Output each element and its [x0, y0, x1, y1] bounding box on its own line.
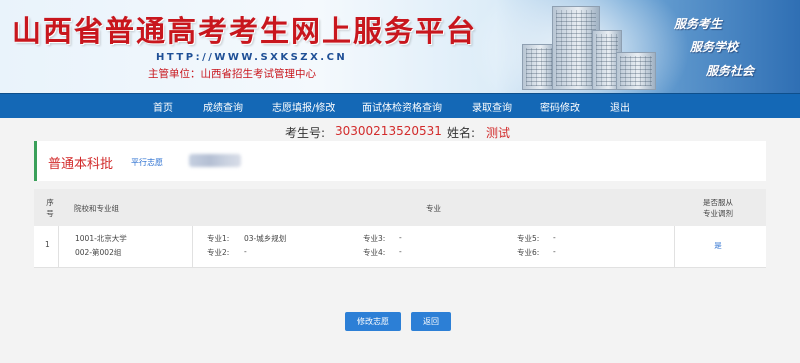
student-info: 考生号: 30300213520531 姓名: 测试 — [0, 124, 800, 140]
application-table: 序 号 院校和专业组 专业 是否服从 专业调剂 1 1001-北京大学 002-… — [34, 189, 766, 268]
student-id-value: 30300213520531 — [335, 124, 442, 138]
slogan-society: 服务社会 — [706, 64, 755, 78]
row-school: 1001-北京大学 — [75, 234, 127, 243]
row-divider — [674, 226, 675, 268]
header-major: 专业 — [426, 204, 441, 213]
building-block — [522, 44, 556, 90]
major-2-label: 专业2: — [207, 248, 230, 257]
major-2-value: - — [244, 247, 247, 256]
major-4-value: - — [399, 247, 402, 256]
row-divider — [34, 267, 766, 268]
row-major-group: 002-第002组 — [75, 248, 122, 257]
nav-interview-exam-query[interactable]: 面试体检资格查询 — [362, 99, 442, 114]
header-adjust-line1: 是否服从 — [703, 198, 733, 207]
header-index-line1: 序 — [46, 198, 54, 207]
nav-application-edit[interactable]: 志愿填报/修改 — [272, 99, 335, 114]
site-url: HTTP://WWW.SXKSZX.CN — [156, 52, 348, 63]
back-button[interactable]: 返回 — [411, 312, 451, 331]
major-6-label: 专业6: — [517, 248, 540, 257]
nav-password-change[interactable]: 密码修改 — [540, 99, 580, 114]
site-organizer: 主管单位：山西省招生考试管理中心 — [148, 68, 316, 80]
modify-application-button[interactable]: 修改志愿 — [345, 312, 401, 331]
student-name-label: 姓名: — [447, 126, 476, 140]
batch-card: 普通本科批 平行志愿 — [34, 141, 766, 181]
slogan-schools: 服务学校 — [690, 40, 739, 54]
row-divider — [58, 226, 59, 268]
major-3-label: 专业3: — [363, 234, 386, 243]
building-illustration — [518, 0, 658, 93]
batch-type-link[interactable]: 平行志愿 — [131, 157, 163, 168]
row-index: 1 — [45, 240, 50, 249]
nav-score-query[interactable]: 成绩查询 — [203, 99, 243, 114]
adjust-value-link[interactable]: 是 — [684, 240, 752, 251]
header-school-group: 院校和专业组 — [74, 204, 119, 213]
header-banner: 山西省普通高考考生网上服务平台 HTTP://WWW.SXKSZX.CN 主管单… — [0, 0, 800, 93]
major-1-value: 03-城乡规划 — [244, 234, 287, 243]
main-nav: 首页 成绩查询 志愿填报/修改 面试体检资格查询 录取查询 密码修改 退出 — [0, 93, 800, 118]
site-title: 山西省普通高考考生网上服务平台 — [12, 14, 478, 48]
nav-admission-query[interactable]: 录取查询 — [472, 99, 512, 114]
row-divider — [192, 226, 193, 268]
major-1-label: 专业1: — [207, 234, 230, 243]
table-header — [34, 189, 766, 226]
nav-home[interactable]: 首页 — [153, 99, 173, 114]
major-6-value: - — [553, 247, 556, 256]
header-index-line2: 号 — [46, 209, 54, 218]
major-4-label: 专业4: — [363, 248, 386, 257]
slogans: 服务考生 服务学校 服务社会 — [650, 0, 800, 93]
major-5-value: - — [553, 233, 556, 242]
major-3-value: - — [399, 233, 402, 242]
major-5-label: 专业5: — [517, 234, 540, 243]
slogan-students: 服务考生 — [674, 17, 723, 31]
nav-logout[interactable]: 退出 — [610, 99, 630, 114]
header-adjust-line2: 专业调剂 — [703, 209, 733, 218]
student-id-label: 考生号: — [285, 126, 326, 140]
student-name-value: 测试 — [486, 126, 511, 140]
batch-title: 普通本科批 — [48, 157, 114, 172]
redacted-text — [189, 154, 241, 167]
